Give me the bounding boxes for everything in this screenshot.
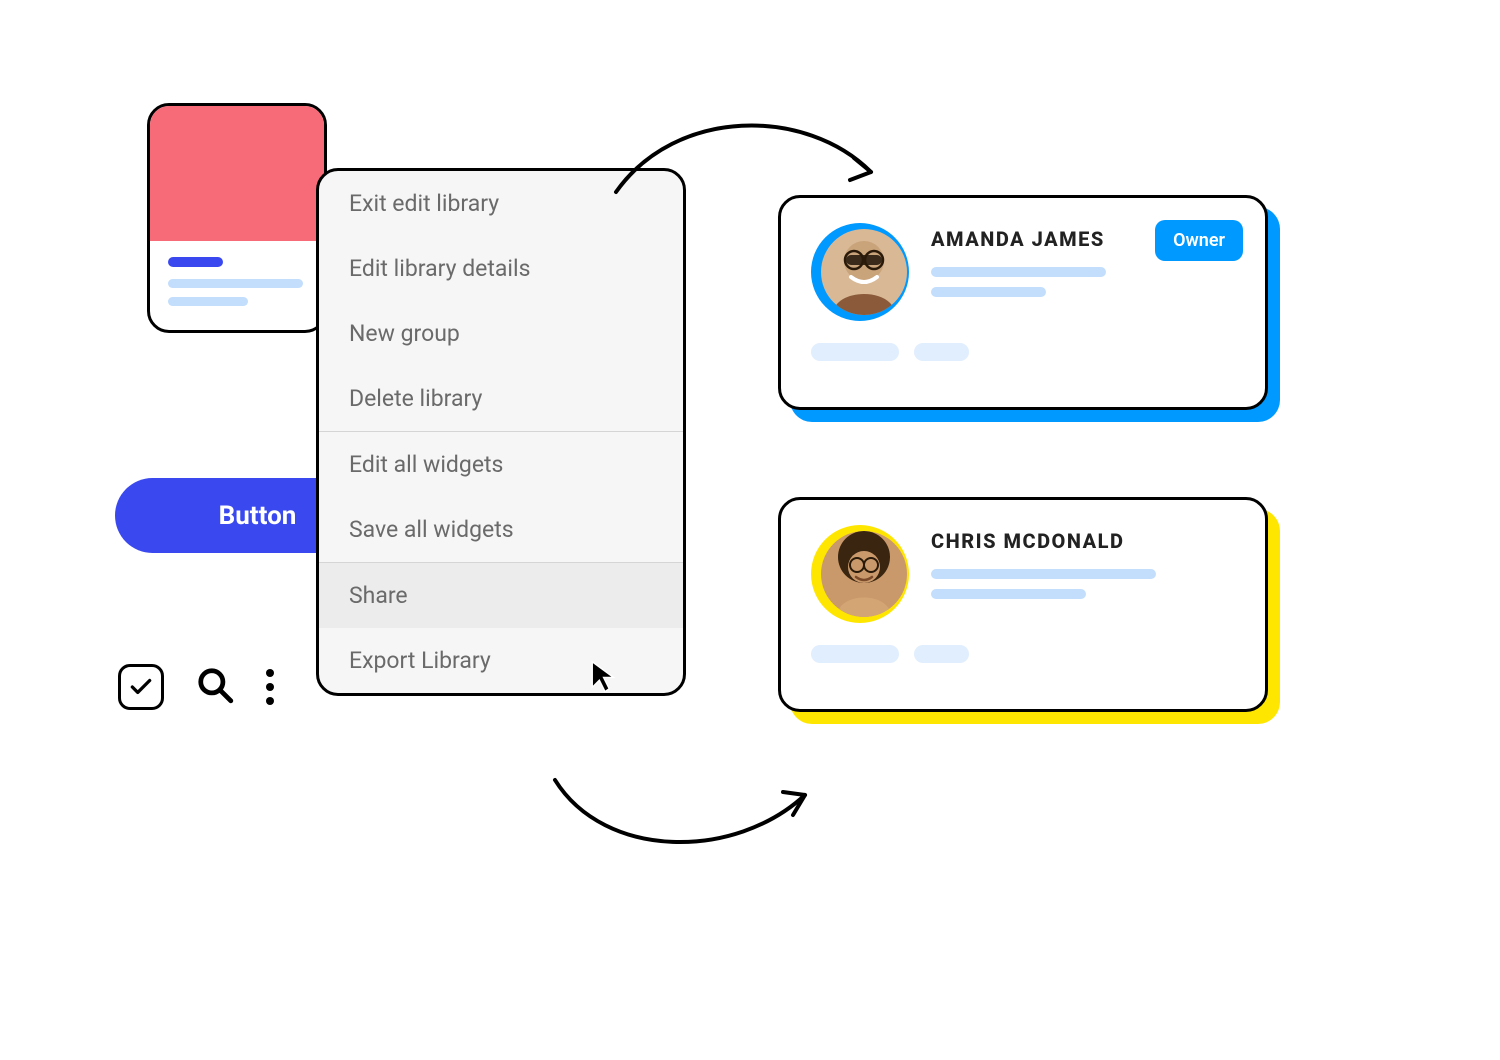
placeholder-line xyxy=(931,569,1156,579)
avatar xyxy=(821,229,907,315)
user-name: CHRIS MCDONALD xyxy=(931,529,1235,553)
card-thumbnail xyxy=(150,106,324,241)
arrow-icon xyxy=(545,760,825,870)
placeholder-line xyxy=(931,267,1106,277)
menu-item-edit-details[interactable]: Edit library details xyxy=(319,236,683,301)
placeholder-line xyxy=(931,287,1046,297)
user-card: Owner AMANDA JAMES xyxy=(778,195,1268,410)
menu-item-save-all-widgets[interactable]: Save all widgets xyxy=(319,497,683,562)
widget-card-preview xyxy=(147,103,327,333)
placeholder-pill xyxy=(914,343,969,361)
search-icon[interactable] xyxy=(196,666,234,708)
user-card: CHRIS MCDONALD xyxy=(778,497,1268,712)
placeholder-pill xyxy=(811,645,899,663)
placeholder-pill xyxy=(811,343,899,361)
button-label: Button xyxy=(219,501,297,531)
menu-item-edit-all-widgets[interactable]: Edit all widgets xyxy=(319,432,683,497)
context-menu: Exit edit library Edit library details N… xyxy=(316,168,686,696)
placeholder-line xyxy=(168,279,303,288)
menu-item-new-group[interactable]: New group xyxy=(319,301,683,366)
menu-item-delete-library[interactable]: Delete library xyxy=(319,366,683,431)
placeholder-pill xyxy=(914,645,969,663)
placeholder-line xyxy=(931,589,1086,599)
checkbox-icon[interactable] xyxy=(118,664,164,710)
menu-item-share[interactable]: Share xyxy=(319,563,683,628)
placeholder-line xyxy=(168,297,248,306)
more-vertical-icon[interactable] xyxy=(266,669,274,705)
avatar xyxy=(821,531,907,617)
menu-item-export-library[interactable]: Export Library xyxy=(319,628,683,693)
toolbar xyxy=(118,664,274,710)
owner-badge: Owner xyxy=(1155,220,1243,261)
placeholder-line xyxy=(168,257,223,267)
cursor-icon xyxy=(588,659,622,697)
